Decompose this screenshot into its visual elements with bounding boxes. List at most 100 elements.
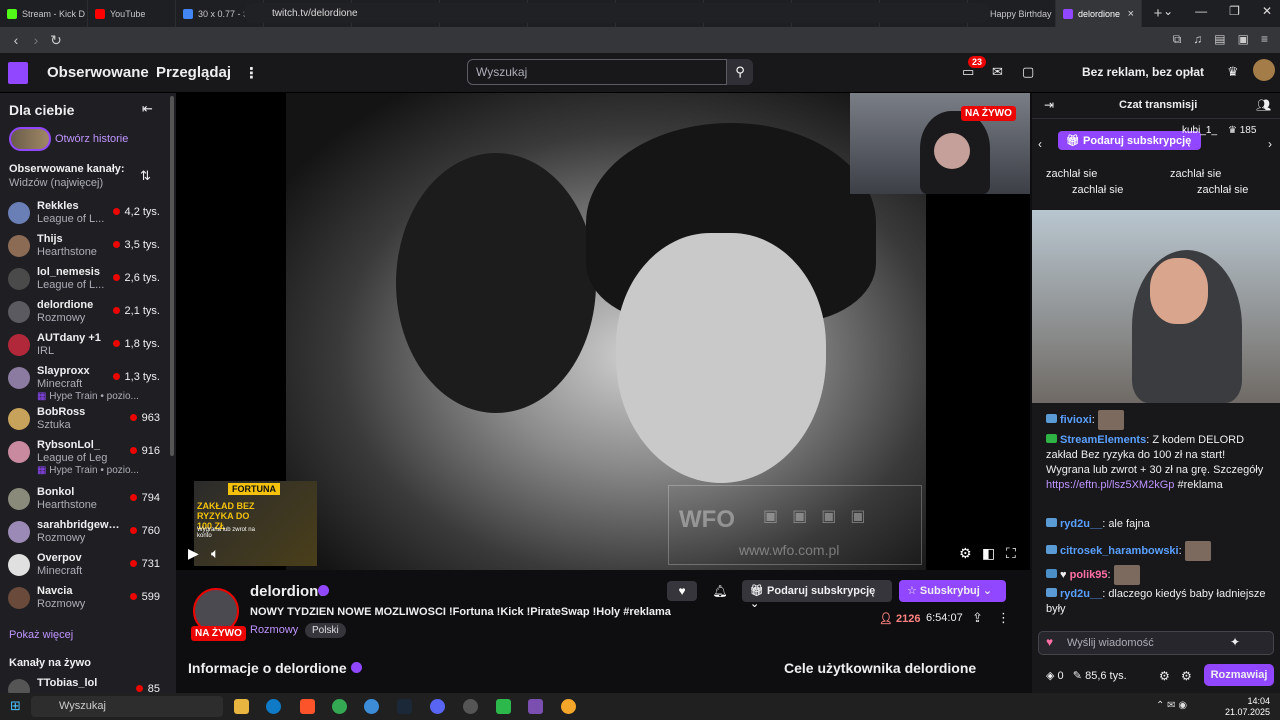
fullscreen-icon[interactable]: ⛶ [1006, 545, 1016, 562]
users-icon[interactable]: 👥︎ [1256, 98, 1271, 112]
channel-name: RybsonLol_ [37, 439, 100, 451]
sidebar-item-channel[interactable]: Rekkles League of L... 4,2 tys. [8, 200, 166, 233]
chrome-icon[interactable] [561, 699, 576, 714]
share-icon[interactable]: ⇪ [972, 610, 983, 626]
edge-icon[interactable] [266, 699, 281, 714]
app-icon[interactable] [364, 699, 379, 714]
sidebar-item-channel[interactable]: Slayproxx Minecraft ▦ Hype Train • pozio..… [8, 365, 166, 402]
back-icon[interactable]: ‹ [6, 32, 26, 48]
sidebar-icon[interactable]: ▤ [1214, 32, 1225, 47]
follow-heart-button[interactable]: ♥ [667, 581, 697, 601]
more-icon[interactable]: ⋮ [244, 64, 259, 82]
user-avatar[interactable] [1253, 59, 1275, 81]
chat-message: fivioxi: [1046, 410, 1272, 430]
prime-icon[interactable]: ♛ [1227, 64, 1239, 80]
sort-icon[interactable]: ⇅ [140, 168, 151, 184]
sidebar-item-channel[interactable]: RybsonLol_League of Lege...▦ Hype Train … [8, 439, 166, 476]
search-input[interactable]: Wyszukaj [467, 59, 727, 85]
collapse-chat-icon[interactable]: ⇥ [1044, 98, 1054, 112]
avatar [8, 521, 30, 543]
whispers-icon[interactable]: ▢ [1022, 64, 1034, 80]
restore-icon[interactable]: ❐ [1229, 4, 1240, 18]
obs-icon[interactable] [463, 699, 478, 714]
close-tab-icon[interactable]: × [1128, 8, 1134, 20]
sidebar-item-channel[interactable]: Bonkol Hearthstone 794 [8, 486, 166, 519]
channel-category: League of L... [37, 279, 105, 291]
subscribe-button[interactable]: ☆ Subskrybuj ⌄ [899, 580, 1006, 602]
nav-followed[interactable]: Obserwowane [47, 64, 149, 81]
sidebar-item-channel[interactable]: lol_nemesis League of L... 2,6 tys. [8, 266, 166, 299]
emote-picker-icon[interactable]: ✦ [1230, 635, 1240, 649]
language-tag[interactable]: Polski [305, 623, 346, 638]
forward-icon[interactable]: › [26, 32, 46, 48]
system-tray-icons[interactable]: ⌃ ✉ ◉ [1156, 700, 1187, 711]
browser-tab[interactable]: delordione × [1056, 0, 1142, 27]
more-options-icon[interactable]: ⋮ [997, 610, 1010, 626]
channel-category: Minecraft [37, 565, 83, 577]
sidebar-item-channel[interactable]: Navcia Rozmowy 599 [8, 585, 166, 618]
browser-tab[interactable]: Stream - Kick D [0, 0, 88, 27]
show-more-link[interactable]: Pokaż więcej [9, 629, 73, 641]
ad-brand: FORTUNA [228, 483, 280, 495]
sidebar-item-channel[interactable]: Thijs Hearthstone 3,5 tys. [8, 233, 166, 266]
minimize-icon[interactable]: — [1195, 4, 1207, 18]
settings-icon[interactable]: ⚙ [959, 545, 972, 562]
notification-bell-icon[interactable]: 🔔︎ [705, 581, 735, 601]
story-avatar [9, 127, 51, 151]
tab-label: Stream - Kick D [22, 8, 86, 19]
channel-name: Overpov [37, 552, 82, 564]
chat-link[interactable]: https://eftn.pl/lsz5XM2kGp [1046, 479, 1174, 491]
sidebar-item-channel[interactable]: Overpov Minecraft 731 [8, 552, 166, 585]
extension-icon[interactable]: ⧉ [1173, 32, 1182, 47]
windows-start-icon[interactable]: ⊞ [10, 698, 21, 714]
video-player[interactable]: NA ŻYWO FORTUNA ZAKŁAD BEZ RYZYKA DO 100… [176, 93, 1030, 570]
nav-browse[interactable]: Przeglądaj [156, 64, 231, 81]
chat-send-button[interactable]: Rozmawiaj [1204, 664, 1274, 686]
channel-category: Hearthstone [37, 499, 97, 511]
chat-emote-line: zachlał sie [1072, 184, 1124, 196]
sidebar-item-channel[interactable]: BobRoss Sztuka 963 [8, 406, 166, 439]
sidebar-item-channel[interactable]: sarahbridgewat... Rozmowy 760 [8, 519, 166, 552]
sidebar-item-channel[interactable]: delordione Rozmowy 2,1 tys. [8, 299, 166, 332]
gear-icon[interactable]: ⚙ [1181, 669, 1192, 683]
app-icon[interactable] [528, 699, 543, 714]
gift-sub-banner-button[interactable]: 🎁︎ Podaruj subskrypcję [1058, 131, 1202, 150]
ad-free-button[interactable]: Bez reklam, bez opłat [1082, 65, 1204, 79]
volume-icon[interactable]: 🔈︎ [211, 545, 219, 562]
stories-button[interactable]: Otwórz historie [9, 127, 128, 151]
chevron-down-icon[interactable]: ⌄ [1163, 4, 1173, 18]
menu-icon[interactable]: ≡ [1261, 32, 1268, 47]
channel-name[interactable]: delordione [250, 583, 327, 600]
channel-category: Minecraft [37, 378, 83, 390]
play-icon[interactable]: ▶ [188, 545, 199, 562]
reload-icon[interactable]: ↻ [46, 32, 66, 49]
messages-icon[interactable]: ✉ [992, 64, 1003, 80]
address-bar[interactable]: twitch.tv/delordione [244, 3, 990, 23]
sidebar-scrollbar[interactable] [170, 96, 174, 456]
close-icon[interactable]: ✕ [1262, 4, 1272, 18]
live-badge: NA ŻYWO [961, 106, 1016, 121]
channel-points[interactable]: ◈ 0 ✎ 85,6 tys. [1046, 669, 1127, 682]
theatre-mode-icon[interactable]: ◧ [982, 545, 995, 562]
twitch-logo-icon[interactable] [8, 62, 28, 84]
chrome-icon[interactable] [332, 699, 347, 714]
sidebar-item-channel[interactable]: AUTdany +1 IRL 1,8 tys. [8, 332, 166, 365]
search-button[interactable]: ⚲ [727, 59, 753, 85]
taskbar-search[interactable]: Wyszukaj [31, 696, 223, 717]
music-icon[interactable]: ♫ [1193, 32, 1202, 47]
brave-icon[interactable] [300, 699, 315, 714]
collapse-sidebar-icon[interactable]: ⇤ [142, 101, 153, 117]
file-explorer-icon[interactable] [234, 699, 249, 714]
stream-category[interactable]: Rozmowy [250, 624, 298, 636]
settings-icon[interactable]: ⚙ [1159, 669, 1170, 683]
discord-icon[interactable] [430, 699, 445, 714]
steam-icon[interactable] [397, 699, 412, 714]
chevron-left-icon[interactable]: ‹ [1038, 137, 1042, 151]
wallet-icon[interactable]: ▣ [1238, 32, 1249, 47]
heart-icon[interactable]: ♥ [1046, 635, 1053, 649]
browser-tab[interactable]: YouTube [88, 0, 176, 27]
chat-message: citrosek_harambowski: [1046, 541, 1272, 561]
gift-sub-button[interactable]: 🎁︎ Podaruj subskrypcję ⌄ [742, 580, 892, 610]
app-icon[interactable] [496, 699, 511, 714]
chevron-right-icon[interactable]: › [1268, 137, 1272, 151]
